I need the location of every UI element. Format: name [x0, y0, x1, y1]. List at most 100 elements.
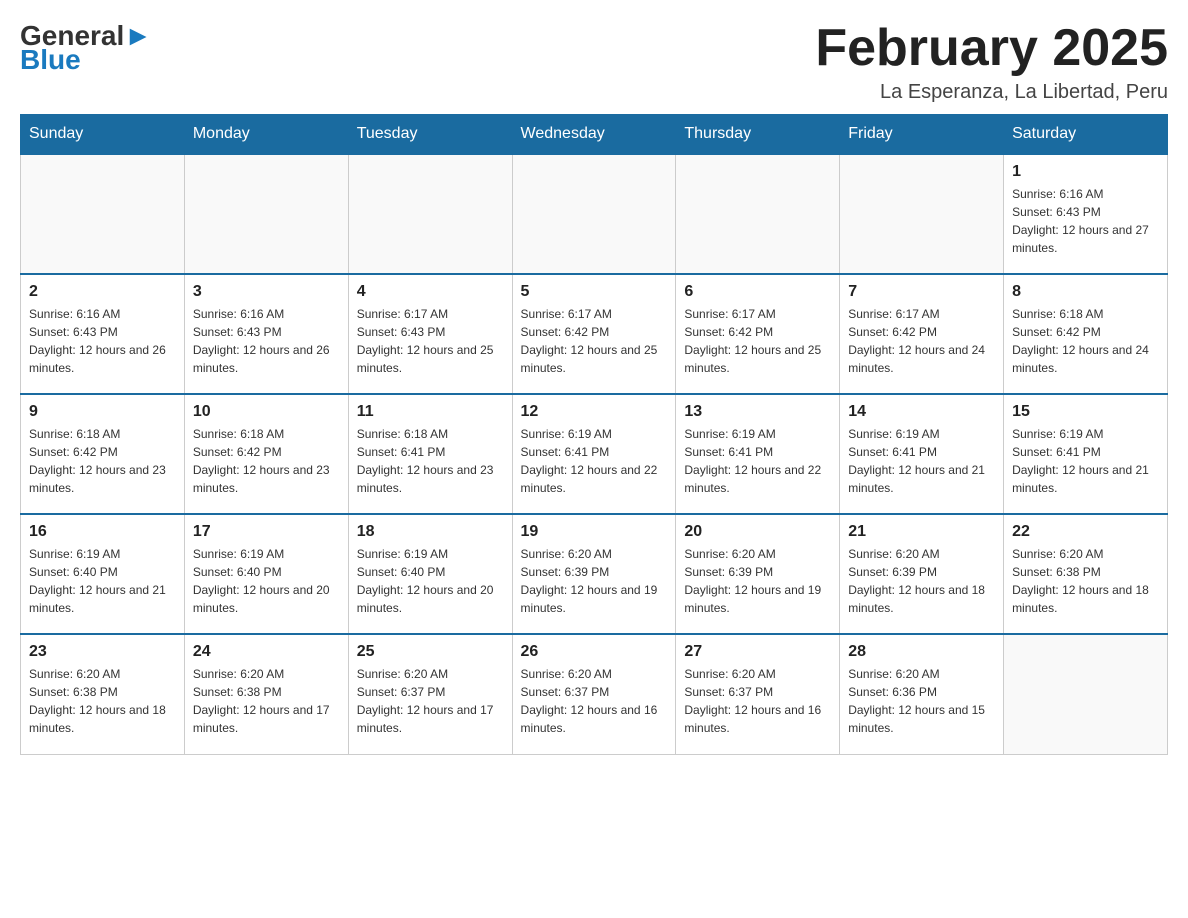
day-number: 3 — [193, 283, 340, 301]
table-cell: 8 Sunrise: 6:18 AMSunset: 6:42 PMDaylight… — [1004, 274, 1168, 394]
table-cell: 15Sunrise: 6:19 AMSunset: 6:41 PMDayligh… — [1004, 394, 1168, 514]
day-info: Sunrise: 6:17 AMSunset: 6:42 PMDaylight:… — [521, 305, 668, 377]
day-number: 10 — [193, 403, 340, 421]
day-info: Sunrise: 6:19 AMSunset: 6:41 PMDaylight:… — [684, 425, 831, 497]
table-cell: 14 Sunrise: 6:19 AMSunset: 6:41 PMDayligh… — [840, 394, 1004, 514]
table-cell — [676, 154, 840, 274]
day-number: 13 — [684, 403, 831, 421]
month-year-title: February 2025 — [815, 20, 1168, 77]
col-wednesday: Wednesday — [512, 115, 676, 155]
day-info: Sunrise: 6:18 AMSunset: 6:42 PMDaylight:… — [193, 425, 340, 497]
table-cell — [21, 154, 185, 274]
table-cell: 26 Sunrise: 6:20 AMSunset: 6:37 PMDayligh… — [512, 634, 676, 754]
day-info: Sunrise: 6:20 AMSunset: 6:39 PMDaylight:… — [848, 545, 995, 617]
day-number: 22 — [1012, 523, 1159, 541]
logo: General► Blue — [20, 20, 152, 76]
day-info: Sunrise: 6:20 AMSunset: 6:36 PMDaylight:… — [848, 665, 995, 737]
day-number: 8 — [1012, 283, 1159, 301]
table-cell: 23 Sunrise: 6:20 AMSunset: 6:38 PMDayligh… — [21, 634, 185, 754]
day-info: Sunrise: 6:19 AMSunset: 6:41 PMDaylight:… — [1012, 425, 1159, 497]
calendar-header-row: Sunday Monday Tuesday Wednesday Thursday… — [21, 115, 1168, 155]
day-number: 28 — [848, 643, 995, 661]
table-cell: 27 Sunrise: 6:20 AMSunset: 6:37 PMDayligh… — [676, 634, 840, 754]
day-info: Sunrise: 6:19 AMSunset: 6:40 PMDaylight:… — [193, 545, 340, 617]
day-number: 6 — [684, 283, 831, 301]
day-info: Sunrise: 6:18 AMSunset: 6:42 PMDaylight:… — [29, 425, 176, 497]
day-info: Sunrise: 6:19 AMSunset: 6:40 PMDaylight:… — [357, 545, 504, 617]
col-sunday: Sunday — [21, 115, 185, 155]
day-info: Sunrise: 6:20 AMSunset: 6:38 PMDaylight:… — [193, 665, 340, 737]
location-subtitle: La Esperanza, La Libertad, Peru — [815, 81, 1168, 104]
day-number: 25 — [357, 643, 504, 661]
table-cell — [1004, 634, 1168, 754]
week-row-4: 16 Sunrise: 6:19 AMSunset: 6:40 PMDayligh… — [21, 514, 1168, 634]
day-number: 11 — [357, 403, 504, 421]
day-info: Sunrise: 6:18 AMSunset: 6:41 PMDaylight:… — [357, 425, 504, 497]
day-info: Sunrise: 6:20 AMSunset: 6:37 PMDaylight:… — [521, 665, 668, 737]
week-row-2: 2Sunrise: 6:16 AMSunset: 6:43 PMDaylight… — [21, 274, 1168, 394]
day-number: 26 — [521, 643, 668, 661]
table-cell: 5 Sunrise: 6:17 AMSunset: 6:42 PMDaylight… — [512, 274, 676, 394]
col-friday: Friday — [840, 115, 1004, 155]
logo-blue-text: Blue — [20, 44, 81, 76]
table-cell: 13 Sunrise: 6:19 AMSunset: 6:41 PMDayligh… — [676, 394, 840, 514]
table-cell — [840, 154, 1004, 274]
day-number: 4 — [357, 283, 504, 301]
table-cell: 1 Sunrise: 6:16 AMSunset: 6:43 PMDaylight… — [1004, 154, 1168, 274]
day-info: Sunrise: 6:18 AMSunset: 6:42 PMDaylight:… — [1012, 305, 1159, 377]
day-info: Sunrise: 6:19 AMSunset: 6:41 PMDaylight:… — [521, 425, 668, 497]
table-cell: 22Sunrise: 6:20 AMSunset: 6:38 PMDayligh… — [1004, 514, 1168, 634]
table-cell: 21 Sunrise: 6:20 AMSunset: 6:39 PMDayligh… — [840, 514, 1004, 634]
day-number: 14 — [848, 403, 995, 421]
day-info: Sunrise: 6:19 AMSunset: 6:41 PMDaylight:… — [848, 425, 995, 497]
day-number: 7 — [848, 283, 995, 301]
day-info: Sunrise: 6:20 AMSunset: 6:37 PMDaylight:… — [684, 665, 831, 737]
day-info: Sunrise: 6:19 AMSunset: 6:40 PMDaylight:… — [29, 545, 176, 617]
table-cell: 19 Sunrise: 6:20 AMSunset: 6:39 PMDayligh… — [512, 514, 676, 634]
day-number: 19 — [521, 523, 668, 541]
table-cell: 2Sunrise: 6:16 AMSunset: 6:43 PMDaylight… — [21, 274, 185, 394]
week-row-1: 1 Sunrise: 6:16 AMSunset: 6:43 PMDaylight… — [21, 154, 1168, 274]
table-cell — [512, 154, 676, 274]
table-cell: 28 Sunrise: 6:20 AMSunset: 6:36 PMDayligh… — [840, 634, 1004, 754]
day-number: 23 — [29, 643, 176, 661]
table-cell: 20 Sunrise: 6:20 AMSunset: 6:39 PMDayligh… — [676, 514, 840, 634]
title-section: February 2025 La Esperanza, La Libertad,… — [815, 20, 1168, 104]
table-cell: 16 Sunrise: 6:19 AMSunset: 6:40 PMDayligh… — [21, 514, 185, 634]
day-info: Sunrise: 6:20 AMSunset: 6:39 PMDaylight:… — [684, 545, 831, 617]
table-cell: 9 Sunrise: 6:18 AMSunset: 6:42 PMDaylight… — [21, 394, 185, 514]
table-cell: 12Sunrise: 6:19 AMSunset: 6:41 PMDayligh… — [512, 394, 676, 514]
day-number: 16 — [29, 523, 176, 541]
table-cell: 24 Sunrise: 6:20 AMSunset: 6:38 PMDayligh… — [184, 634, 348, 754]
table-cell: 11 Sunrise: 6:18 AMSunset: 6:41 PMDayligh… — [348, 394, 512, 514]
calendar-table: Sunday Monday Tuesday Wednesday Thursday… — [20, 114, 1168, 755]
day-info: Sunrise: 6:16 AMSunset: 6:43 PMDaylight:… — [1012, 185, 1159, 257]
week-row-3: 9 Sunrise: 6:18 AMSunset: 6:42 PMDaylight… — [21, 394, 1168, 514]
col-tuesday: Tuesday — [348, 115, 512, 155]
day-number: 18 — [357, 523, 504, 541]
table-cell: 7Sunrise: 6:17 AMSunset: 6:42 PMDaylight… — [840, 274, 1004, 394]
col-saturday: Saturday — [1004, 115, 1168, 155]
table-cell: 17Sunrise: 6:19 AMSunset: 6:40 PMDayligh… — [184, 514, 348, 634]
day-number: 1 — [1012, 163, 1159, 181]
table-cell: 3Sunrise: 6:16 AMSunset: 6:43 PMDaylight… — [184, 274, 348, 394]
day-info: Sunrise: 6:20 AMSunset: 6:38 PMDaylight:… — [29, 665, 176, 737]
col-thursday: Thursday — [676, 115, 840, 155]
day-number: 21 — [848, 523, 995, 541]
table-cell: 4Sunrise: 6:17 AMSunset: 6:43 PMDaylight… — [348, 274, 512, 394]
table-cell: 25 Sunrise: 6:20 AMSunset: 6:37 PMDayligh… — [348, 634, 512, 754]
day-number: 5 — [521, 283, 668, 301]
day-number: 20 — [684, 523, 831, 541]
day-number: 27 — [684, 643, 831, 661]
day-info: Sunrise: 6:16 AMSunset: 6:43 PMDaylight:… — [29, 305, 176, 377]
col-monday: Monday — [184, 115, 348, 155]
table-cell: 10 Sunrise: 6:18 AMSunset: 6:42 PMDayligh… — [184, 394, 348, 514]
day-info: Sunrise: 6:17 AMSunset: 6:42 PMDaylight:… — [684, 305, 831, 377]
table-cell: 18 Sunrise: 6:19 AMSunset: 6:40 PMDayligh… — [348, 514, 512, 634]
day-number: 9 — [29, 403, 176, 421]
logo-triangle-icon: ► — [124, 20, 152, 51]
table-cell: 6 Sunrise: 6:17 AMSunset: 6:42 PMDaylight… — [676, 274, 840, 394]
day-info: Sunrise: 6:20 AMSunset: 6:39 PMDaylight:… — [521, 545, 668, 617]
day-number: 24 — [193, 643, 340, 661]
day-info: Sunrise: 6:20 AMSunset: 6:37 PMDaylight:… — [357, 665, 504, 737]
